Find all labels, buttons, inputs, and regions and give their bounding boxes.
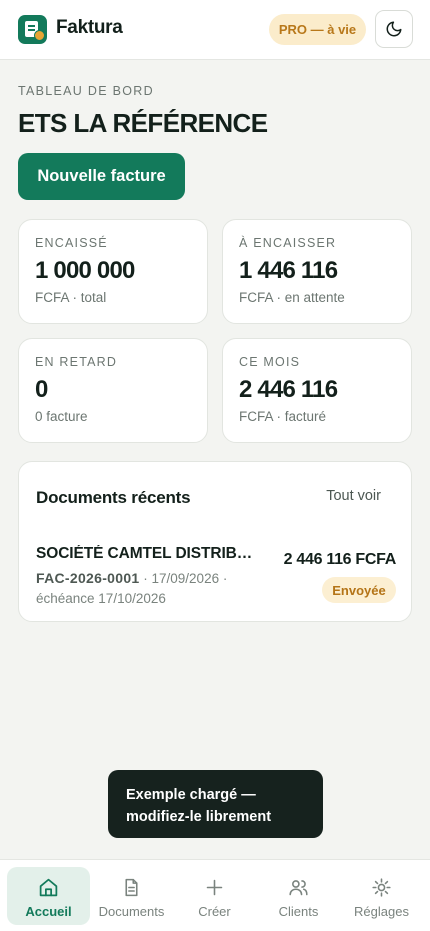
status-badge: Envoyée [322,577,396,603]
nav-item-home[interactable]: Accueil [7,867,90,925]
see-all-link[interactable]: Tout voir [326,488,381,504]
section-eyebrow: TABLEAU DE BORD [18,84,154,98]
stat-label: CE MOIS [239,355,301,369]
recent-documents-title: Documents récents [36,488,191,507]
stat-caption: FCFA · facturé [239,409,327,424]
users-icon [289,880,308,896]
stat-value: 1 000 000 [35,257,135,284]
nav-item-documents[interactable]: Documents [90,867,173,925]
stat-value: 2 446 116 [239,376,338,403]
company-name: ETS LA RÉFÉRENCE [18,108,268,138]
nav-label: Créer [198,904,231,919]
nav-label: Clients [278,904,319,919]
theme-toggle-button[interactable] [375,10,413,48]
toast-line-2: modifiez-le librement [126,809,272,825]
app-name: Faktura [56,17,123,38]
stat-caption: 0 facture [35,409,88,424]
stat-label: À ENCAISSER [239,236,337,250]
document-icon [125,878,138,897]
bottom-navigation: Accueil Documents Créer Clients Réglages [0,859,430,931]
document-meta: FAC-2026-0001 · 17/09/2026 · échéance 17… [36,568,266,609]
plus-icon [206,879,223,896]
nav-item-settings[interactable]: Réglages [340,867,423,925]
stat-label: EN RETARD [35,355,118,369]
document-row[interactable]: SOCIÉTÉ CAMTEL DISTRIBUTION FAC-2026-000… [36,542,396,606]
top-bar: Faktura PRO — à vie [0,0,430,60]
nav-label: Réglages [354,904,409,919]
new-invoice-button[interactable]: Nouvelle facture [18,153,185,200]
plan-badge[interactable]: PRO — à vie [269,14,366,45]
moon-icon [386,21,402,37]
app-logo-icon [18,15,47,44]
recent-documents-card: Documents récents Tout voir SOCIÉTÉ CAMT… [18,461,412,622]
document-client: SOCIÉTÉ CAMTEL DISTRIBUTION [36,545,256,562]
stat-caption: FCFA · en attente [239,290,345,305]
nav-label: Documents [98,904,165,919]
toast-notification: Exemple chargé — modifiez-le librement [108,770,323,838]
home-icon [39,878,58,897]
gear-icon [372,878,391,897]
stat-card-pending[interactable]: À ENCAISSER 1 446 116 FCFA · en attente [222,219,412,324]
document-amount: 2 446 116 FCFA [283,551,397,568]
nav-item-clients[interactable]: Clients [257,867,340,925]
nav-item-create[interactable]: Créer [173,867,256,925]
stat-card-collected[interactable]: ENCAISSÉ 1 000 000 FCFA · total [18,219,208,324]
stat-value: 0 [35,376,48,403]
stat-card-overdue[interactable]: EN RETARD 0 0 facture [18,338,208,443]
document-number: FAC-2026-0001 [36,570,140,586]
nav-label: Accueil [25,904,72,919]
stat-card-this-month[interactable]: CE MOIS 2 446 116 FCFA · facturé [222,338,412,443]
stat-label: ENCAISSÉ [35,236,108,250]
stat-caption: FCFA · total [35,290,107,305]
toast-line-1: Exemple chargé — [126,787,256,803]
stat-value: 1 446 116 [239,257,338,284]
